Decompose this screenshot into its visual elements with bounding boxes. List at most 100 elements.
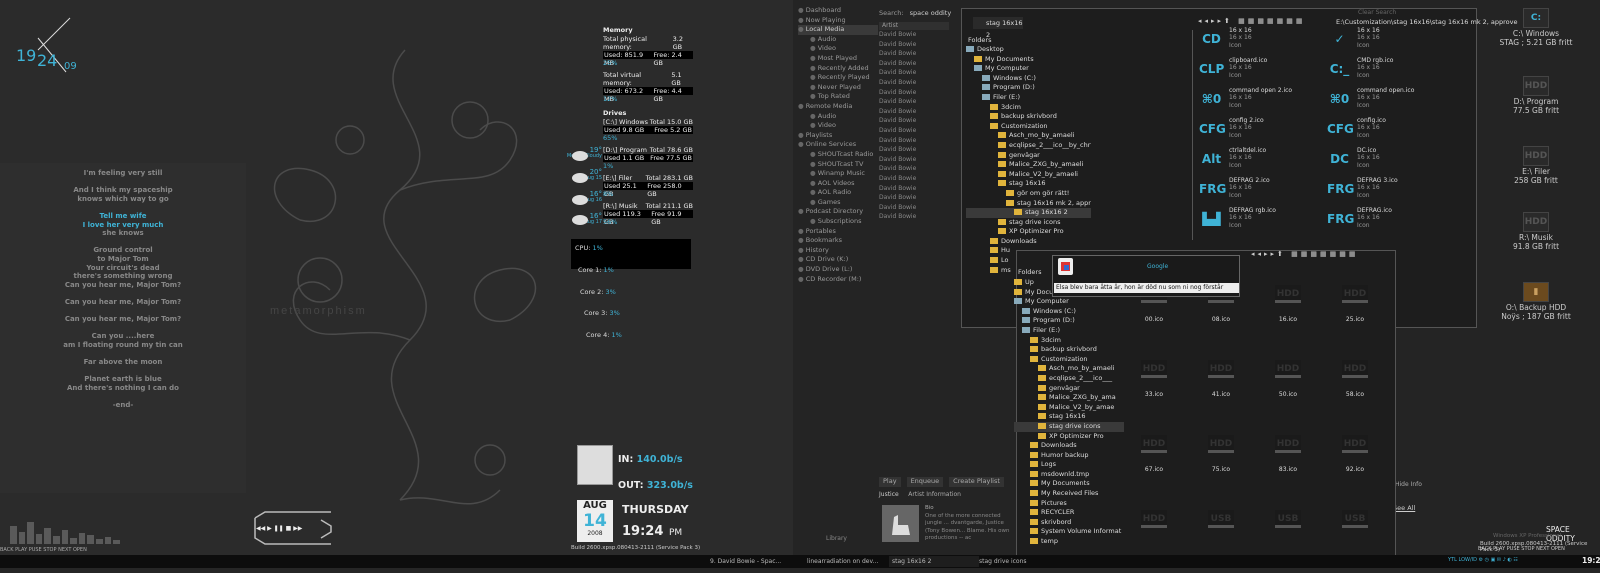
media-action-button[interactable]: Create Playlist [949,477,1004,487]
icon-file-item[interactable]: FRG DEFRAG.ico 16 x 16 Icon [1327,207,1447,235]
tree-item[interactable]: Program (D:) [1014,316,1124,326]
tree-item[interactable]: skrivbord [1014,518,1124,528]
tree-item[interactable]: My Documents [966,55,1091,65]
tree-item[interactable]: System Volume Informat [1014,527,1124,537]
media-nav-item[interactable]: ● Playlists [798,131,878,141]
media-nav-item[interactable]: ● Recently Added [798,64,878,74]
icon-file-item[interactable]: CFG config 2.ico 16 x 16 Icon [1199,117,1319,145]
icon-file-item[interactable]: ✓ 16 x 16 16 x 16 Icon [1327,27,1447,55]
tree-item[interactable]: gör om gör rätt! [966,189,1091,199]
track-artist-cell[interactable]: David Bowie [879,68,939,78]
hdd-icon-item[interactable]: HDD 75.ico [1201,435,1241,475]
tree-item[interactable]: RECYCLER [1014,508,1124,518]
media-nav-item[interactable]: ● AOL Radio [798,188,878,198]
media-nav-item[interactable]: ● Never Played [798,83,878,93]
desktop-drive-icon[interactable]: HDD R:\ Musik 91.8 GB fritt [1491,212,1581,251]
track-artist-cell[interactable]: David Bowie [879,78,939,88]
library-button[interactable]: Library [826,535,847,542]
track-artist-cell[interactable]: David Bowie [879,174,939,184]
tree-item[interactable]: Asch_mo_by_amaeli [966,131,1091,141]
tree-item[interactable]: My Computer [1014,297,1124,307]
tree-item[interactable]: ecqlipse_2___ico___ [1014,374,1124,384]
media-nav-item[interactable]: ● Recently Played [798,73,878,83]
tree-item[interactable]: Malice_V2_by_amae [1014,403,1124,413]
left-media-controls[interactable]: BACK PLAY PUSE STOP NEXT OPEN [0,547,87,553]
media-nav-item[interactable]: ● Subscriptions [798,217,878,227]
hdd-icon-item[interactable]: HDD 41.ico [1201,360,1241,400]
taskbar-button[interactable]: 9. David Bowie - Spac... [707,556,797,567]
media-nav-item[interactable]: ● History [798,246,878,256]
tree-item[interactable]: My Documents [1014,479,1124,489]
media-nav-item[interactable]: ● Now Playing [798,16,878,26]
tree-item[interactable]: Filer (E:) [966,93,1091,103]
media-nav-item[interactable]: ● SHOUTcast TV [798,160,878,170]
track-artist-cell[interactable]: David Bowie [879,59,939,69]
taskbar-button[interactable]: linearradiation on dev... [804,556,894,567]
taskbar-clock[interactable]: 19:24 [1582,556,1600,565]
track-artist-cell[interactable]: David Bowie [879,40,939,50]
tree-item[interactable]: Malice_ZXG_by_amaeli [966,160,1091,170]
artist-tab[interactable]: Justice [879,491,899,498]
media-nav-item[interactable]: ● Audio [798,112,878,122]
search-input[interactable]: space oddity [910,9,952,17]
media-action-button[interactable]: Play [879,477,901,487]
media-nav-item[interactable]: ● CD Drive (K:) [798,255,878,265]
tree-item[interactable]: genvägar [1014,384,1124,394]
desktop-drive-icon[interactable]: C: C:\ Windows STAG ; 5.21 GB fritt [1491,8,1581,47]
tree-item[interactable]: Downloads [966,237,1091,247]
taskbar-button[interactable]: stag 16x16 2 [889,556,979,567]
tree-item[interactable]: XP Optimizer Pro [1014,432,1124,442]
tree-item[interactable]: backup skrivbord [1014,345,1124,355]
tree-item[interactable]: Humor backup [1014,451,1124,461]
hdd-icon-item[interactable]: HDD 83.ico [1268,435,1308,475]
artist-column-header[interactable]: Artist [879,22,949,30]
hdd-icon-item[interactable]: HDD 58.ico [1335,360,1375,400]
icon-file-item[interactable]: CD 16 x 16 16 x 16 Icon [1199,27,1319,55]
media-nav-item[interactable]: ● Audio [798,35,878,45]
track-artist-cell[interactable]: David Bowie [879,136,939,146]
icon-file-item[interactable]: FRG DEFRAG 2.ico 16 x 16 Icon [1199,177,1319,205]
media-nav-item[interactable]: ● SHOUTcast Radio [798,150,878,160]
right-media-controls[interactable]: BACK PLAY PUSE STOP NEXT OPEN [1478,546,1565,552]
desktop-drive-icon[interactable]: ▮ O:\ Backup HDD Noÿs ; 187 GB fritt [1491,282,1581,321]
system-tray-icons[interactable]: YTL LOW/ID ⚙ ◷ ▣ ✉ ♪ ◐ ☷ [1448,557,1518,563]
media-nav-item[interactable]: ● Video [798,44,878,54]
tree-item[interactable]: backup skrivbord [966,112,1091,122]
tree-item[interactable]: My Computer [966,64,1091,74]
tree-item[interactable]: Windows (C:) [1014,307,1124,317]
tree-item[interactable]: Malice_V2_by_amaeli [966,170,1091,180]
tree-item[interactable]: Malice_ZXG_by_ama [1014,393,1124,403]
track-artist-cell[interactable]: David Bowie [879,212,939,222]
folder-tree-2[interactable]: Up My Documents My Computer Windows (C:) Pro… [1014,278,1124,573]
icon-file-item[interactable]: CLP clipboard.ico 16 x 16 Icon [1199,57,1319,85]
desktop-drive-icon[interactable]: HDD E:\ Filer 258 GB fritt [1491,146,1581,185]
tree-item[interactable]: XP Optimizer Pro [966,227,1091,237]
track-artist-cell[interactable]: David Bowie [879,193,939,203]
clear-search-link[interactable]: Clear Search [1358,9,1396,16]
track-artist-cell[interactable]: David Bowie [879,203,939,213]
explorer-toolbar-buttons[interactable]: ◂◂▸▸⬆ ▦▦▦▦▦▦▦ [1198,17,1305,25]
hdd-icon-item[interactable]: USB [1335,510,1375,550]
desktop-drive-icon[interactable]: HDD D:\ Program 77.5 GB fritt [1491,76,1581,115]
media-nav-item[interactable]: ● Dashboard [798,6,878,16]
hdd-icon-item[interactable]: HDD [1134,510,1174,550]
tree-item[interactable]: Customization [1014,355,1124,365]
tree-item[interactable]: stag 16x16 2 [966,208,1091,218]
hdd-icon-item[interactable]: HDD 67.ico [1134,435,1174,475]
media-nav-item[interactable]: ● Portables [798,227,878,237]
icon-file-item[interactable]: CFG config.ico 16 x 16 Icon [1327,117,1447,145]
explorer2-toolbar-buttons[interactable]: ◂◂▸▸⬆ ▦▦▦▦▦▦▦ [1251,250,1358,258]
tree-item[interactable]: 3dcim [1014,336,1124,346]
media-nav-item[interactable]: ● Podcast Directory [798,207,878,217]
tree-item[interactable]: stag drive icons [1014,421,1124,432]
tree-item[interactable]: 3dcim [966,103,1091,113]
tree-item[interactable]: stag 16x16 mk 2, approved [966,199,1091,209]
track-artist-cell[interactable]: David Bowie [879,88,939,98]
media-library-nav[interactable]: ● Dashboard ● Now Playing ● Local Media ● A… [798,6,878,284]
tree-item[interactable]: Filer (E:) [1014,326,1124,336]
taskbar-button[interactable]: stag drive icons [976,556,1066,567]
track-artist-cell[interactable]: David Bowie [879,49,939,59]
icon-file-item[interactable]: ⌘0 command open 2.ico 16 x 16 Icon [1199,87,1319,115]
tree-item[interactable]: Program (D:) [966,83,1091,93]
tree-item[interactable]: Customization [966,122,1091,132]
